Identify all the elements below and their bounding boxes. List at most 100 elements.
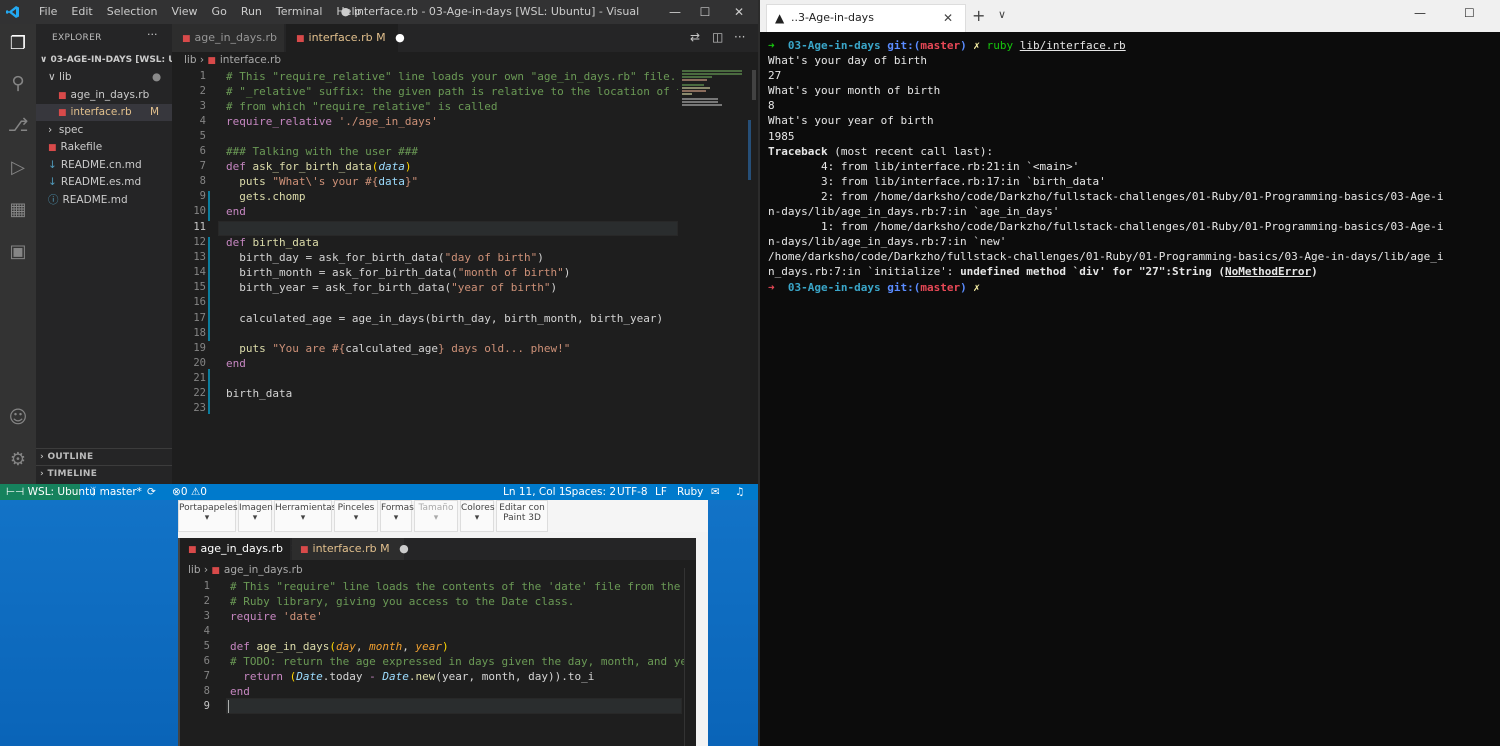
chevron-down-icon: ∨ bbox=[48, 71, 60, 83]
ribbon-brushes[interactable]: Pinceles ▾ bbox=[334, 500, 378, 532]
open-changes-icon[interactable]: ⇄ bbox=[690, 30, 700, 44]
file-interface[interactable]: ■ interface.rb M bbox=[36, 104, 172, 121]
scrollbar-thumb[interactable] bbox=[748, 120, 751, 180]
minimize-button[interactable]: — bbox=[660, 0, 690, 24]
ribbon-tools[interactable]: Herramientas ▾ bbox=[274, 500, 336, 532]
extensions-icon[interactable]: ▦ bbox=[6, 198, 30, 222]
code-line: end bbox=[226, 357, 246, 370]
feedback-icon[interactable]: ✉ bbox=[711, 484, 720, 500]
code-token: birth_data bbox=[252, 236, 319, 249]
code-token: calculated_age = age_in_days(birth_day, … bbox=[239, 312, 664, 325]
sync-icon[interactable]: ⟳ bbox=[147, 484, 156, 500]
ribbon-label: Herramientas bbox=[275, 503, 337, 513]
chevron-right-icon: › bbox=[48, 124, 59, 136]
file-age-in-days[interactable]: ■ age_in_days.rb bbox=[36, 87, 172, 104]
code-token: require bbox=[230, 610, 277, 623]
file-readme-es[interactable]: ↓ README.es.md bbox=[36, 174, 172, 191]
maximize-button[interactable]: ☐ bbox=[690, 0, 720, 24]
code-token: "You are #{ bbox=[272, 342, 346, 355]
code-line: # This "require_relative" line loads you… bbox=[226, 70, 678, 83]
code-token: return bbox=[243, 670, 283, 683]
code-token: def bbox=[230, 640, 250, 653]
problems-indicator[interactable]: ⊗0 ⚠0 bbox=[172, 484, 207, 500]
ribbon-colors[interactable]: Colores ▾ bbox=[460, 500, 495, 532]
menu-selection[interactable]: Selection bbox=[100, 0, 165, 24]
scrollbar[interactable] bbox=[684, 568, 694, 746]
remote-label: WSL: Ubuntu bbox=[27, 486, 96, 498]
terminal-tab[interactable]: ▲ ..3-Age-in-days ✕ bbox=[766, 4, 966, 32]
code-token: }" bbox=[404, 175, 419, 188]
menu-go[interactable]: Go bbox=[205, 0, 234, 24]
error-message: undefined method `div' for "27":String ( bbox=[960, 265, 1225, 279]
ribbon-paint3d[interactable]: Editar con Paint 3D bbox=[496, 500, 548, 532]
branch-indicator[interactable]: ᛉ master* bbox=[90, 484, 142, 500]
branch-label: master* bbox=[99, 486, 142, 498]
dropdown-chevron-icon[interactable]: ∨ bbox=[998, 8, 1006, 21]
ribbon-shapes[interactable]: Formas ▾ bbox=[380, 500, 414, 532]
folder-lib[interactable]: ∨ lib ● bbox=[36, 69, 172, 86]
encoding[interactable]: UTF-8 bbox=[617, 484, 648, 500]
line-number: 1 bbox=[203, 580, 210, 592]
file-readme[interactable]: ⓘ README.md bbox=[36, 192, 172, 209]
code-line: require 'date' bbox=[230, 610, 323, 623]
language-mode[interactable]: Ruby bbox=[677, 484, 703, 500]
code-area-2[interactable]: 1 2 3 4 5 6 7 8 9 # This "require" line … bbox=[180, 538, 684, 746]
code-line: # Ruby library, giving you access to the… bbox=[230, 595, 575, 608]
modified-dot-icon: ● bbox=[152, 71, 162, 83]
output-line: 8 bbox=[768, 99, 775, 113]
code-area[interactable]: # This "require_relative" line loads you… bbox=[172, 24, 678, 454]
paint-ribbon: Portapapeles ▾ Imagen ▾ Herramientas ▾ Pinc… bbox=[178, 500, 708, 532]
terminal-tab-bar: ▲ ..3-Age-in-days ✕ + ∨ — ☐ bbox=[760, 0, 1500, 32]
ribbon-image[interactable]: Imagen ▾ bbox=[238, 500, 273, 532]
ribbon-clipboard[interactable]: Portapapeles ▾ bbox=[178, 500, 238, 532]
code-token: birth_day = ask_for_birth_data( bbox=[239, 251, 445, 264]
menu-view[interactable]: View bbox=[164, 0, 204, 24]
new-tab-icon[interactable]: + bbox=[972, 6, 985, 25]
remote-indicator[interactable]: ⊢⊣ WSL: Ubuntu bbox=[0, 484, 96, 500]
indentation[interactable]: Spaces: 2 bbox=[565, 484, 616, 500]
terminal-tab-title: ..3-Age-in-days bbox=[791, 11, 874, 24]
folder-spec[interactable]: › spec bbox=[36, 122, 172, 139]
maximize-button[interactable]: ☐ bbox=[1464, 6, 1475, 20]
traceback-rest: (most recent call last): bbox=[827, 144, 994, 158]
source-control-icon[interactable]: ⎇ bbox=[6, 114, 30, 138]
settings-gear-icon[interactable]: ⚙ bbox=[6, 448, 30, 472]
git-branch-icon: ᛉ bbox=[90, 486, 100, 498]
code-token: def bbox=[226, 236, 246, 249]
ribbon-label: Pinceles bbox=[337, 503, 375, 513]
prompt-git: git: bbox=[887, 39, 914, 52]
minimap[interactable] bbox=[682, 70, 748, 130]
ribbon-label: Tamaño bbox=[418, 503, 454, 513]
more-actions-icon[interactable]: ··· bbox=[734, 30, 745, 44]
menu-run[interactable]: Run bbox=[234, 0, 269, 24]
split-editor-icon[interactable]: ◫ bbox=[712, 30, 723, 44]
prompt-dir: 03-Age-in-days bbox=[787, 39, 881, 52]
explorer-sidebar: EXPLORER ··· ∨ 03-AGE-IN-DAYS [WSL: UB..… bbox=[36, 24, 172, 484]
terminal-output[interactable]: ➜ 03-Age-in-days git:(master) ✗ ruby lib… bbox=[768, 38, 1496, 738]
search-icon[interactable]: ⚲ bbox=[6, 72, 30, 96]
run-debug-icon[interactable]: ▷ bbox=[6, 156, 30, 180]
explorer-icon[interactable]: ❐ bbox=[6, 32, 30, 56]
menu-terminal[interactable]: Terminal bbox=[269, 0, 330, 24]
ribbon-size[interactable]: Tamaño ▾ bbox=[414, 500, 458, 532]
end-of-line[interactable]: LF bbox=[655, 484, 667, 500]
account-icon[interactable]: ☺ bbox=[6, 406, 30, 430]
workspace-root[interactable]: ∨ 03-AGE-IN-DAYS [WSL: UB... bbox=[36, 52, 172, 69]
code-token: .today bbox=[322, 670, 363, 683]
prompt-arrow: ➜ bbox=[768, 39, 775, 52]
close-tab-icon[interactable]: ✕ bbox=[943, 5, 953, 31]
outline-section[interactable]: › OUTLINE bbox=[36, 448, 172, 465]
more-actions-icon[interactable]: ··· bbox=[147, 28, 158, 41]
menu-file[interactable]: File bbox=[32, 0, 64, 24]
menu-edit[interactable]: Edit bbox=[64, 0, 99, 24]
close-button[interactable]: ✕ bbox=[724, 0, 754, 24]
file-readme-cn[interactable]: ↓ README.cn.md bbox=[36, 157, 172, 174]
minimize-button[interactable]: — bbox=[1414, 6, 1426, 20]
cursor-position[interactable]: Ln 11, Col 1 bbox=[503, 484, 566, 500]
command: ruby bbox=[986, 39, 1014, 52]
remote-explorer-icon[interactable]: ▣ bbox=[6, 240, 30, 264]
notifications-bell-icon[interactable]: ♫ bbox=[735, 484, 744, 500]
file-rakefile[interactable]: ■ Rakefile bbox=[36, 139, 172, 156]
timeline-section[interactable]: › TIMELINE bbox=[36, 465, 172, 482]
workspace-root-label: 03-AGE-IN-DAYS [WSL: UB... bbox=[50, 55, 172, 65]
